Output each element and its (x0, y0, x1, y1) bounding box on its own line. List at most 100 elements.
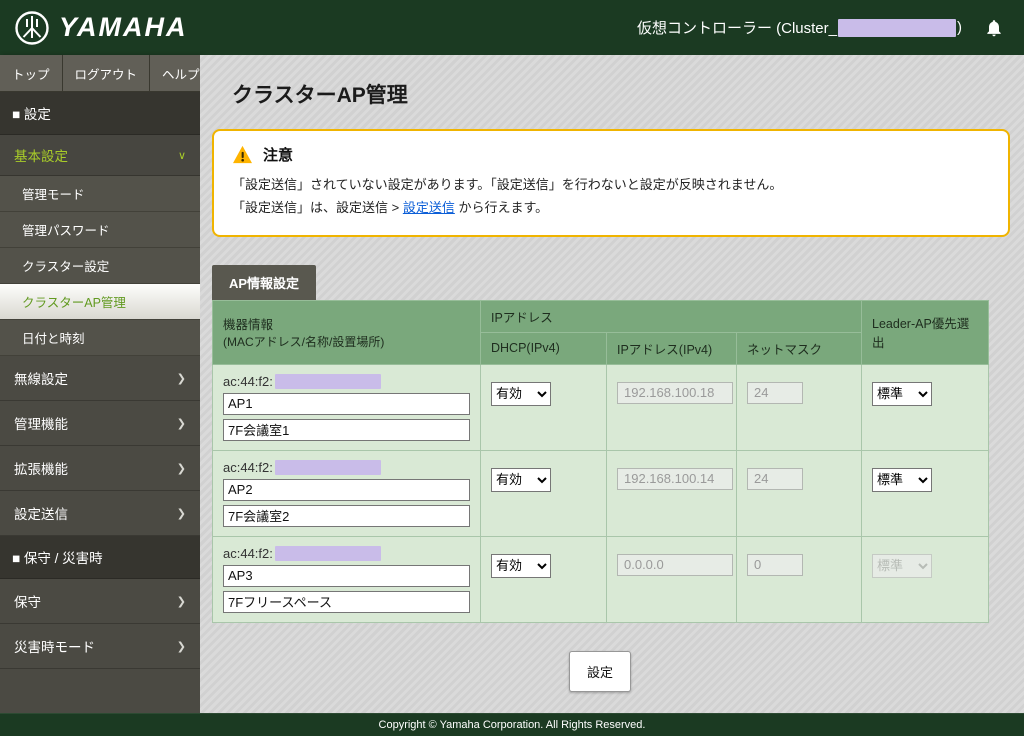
controller-label-suffix: ) (957, 19, 962, 36)
header-label: 機器情報 (223, 318, 274, 332)
sidebar-item-label: 無線設定 (14, 372, 68, 387)
notice-line-2-prefix: 「設定送信」は、設定送信 > (232, 199, 403, 215)
copyright-text: Copyright © Yamaha Corporation. All Righ… (378, 719, 646, 731)
sidebar-item-label: クラスター設定 (22, 260, 110, 274)
footer: Copyright © Yamaha Corporation. All Righ… (0, 713, 1024, 736)
brand-name: YAMAHA (59, 12, 188, 42)
basic-settings-label: 基本設定 (14, 149, 68, 164)
tab-label: ヘルプ (162, 68, 200, 82)
netmask-field (747, 381, 803, 404)
col-header-ipv4: IPアドレス(IPv4) (606, 331, 737, 365)
ip-address-field (617, 467, 733, 490)
redacted-mac-suffix (274, 459, 381, 475)
leader-priority-select[interactable]: 標準 (872, 381, 933, 406)
sidebar-item-management-mode[interactable]: 管理モード (0, 176, 200, 212)
config-send-link[interactable]: 設定送信 (403, 200, 455, 215)
sidebar-item-label: 拡張機能 (14, 462, 68, 477)
dhcp-cell: 有効 (480, 449, 607, 537)
notice-line-2-suffix: から行えます。 (454, 199, 549, 215)
page-title: クラスターAP管理 (232, 84, 408, 107)
col-header-dhcp: DHCP(IPv4) (480, 331, 607, 365)
ip-address-field (617, 553, 733, 576)
device-info-cell: ac:44:f2: (212, 449, 481, 537)
mac-address: ac:44:f2: (223, 459, 470, 475)
chevron-right-icon: ❯ (176, 462, 186, 475)
sidebar-item-wireless-settings[interactable]: 無線設定 ❯ (0, 356, 200, 401)
chevron-right-icon: ❯ (176, 640, 186, 653)
tab-ap-info-settings[interactable]: AP情報設定 (212, 264, 317, 300)
sidebar-item-disaster-mode[interactable]: 災害時モード ❯ (0, 624, 200, 669)
sidebar-item-label: 災害時モード (14, 640, 95, 655)
ip-address-field (617, 381, 733, 404)
notice-line-2: 「設定送信」は、設定送信 > 設定送信 から行えます。 (232, 197, 990, 220)
chevron-right-icon: ❯ (176, 372, 186, 385)
sidebar-tab-help[interactable]: ヘルプ (150, 55, 200, 92)
sidebar-item-label: 管理モード (22, 188, 85, 202)
ap-location-input[interactable] (223, 418, 470, 441)
mac-address: ac:44:f2: (223, 373, 470, 389)
controller-label-prefix: 仮想コントローラー (Cluster_ (636, 20, 837, 37)
mac-prefix: ac:44:f2: (223, 459, 273, 475)
sidebar-item-basic-settings[interactable]: 基本設定 ∨ (0, 135, 200, 176)
ip-cell (606, 363, 737, 451)
controller-label: 仮想コントローラー (Cluster_ ) (637, 17, 962, 38)
leader-priority-select-disabled: 標準 (872, 553, 933, 578)
bell-icon[interactable] (984, 18, 1004, 38)
dhcp-select[interactable]: 有効 (491, 553, 551, 578)
dhcp-select[interactable]: 有効 (491, 381, 551, 406)
main-content: クラスターAP管理 注意 「設定送信」されていない設定があります。「設定送信」を… (200, 55, 1024, 713)
ap-row: ac:44:f2: 有効 (212, 535, 990, 623)
sidebar-tab-logout[interactable]: ログアウト (62, 55, 151, 92)
ap-name-input[interactable] (223, 392, 470, 415)
tab-label: ログアウト (74, 68, 138, 82)
mac-prefix: ac:44:f2: (223, 373, 273, 389)
netmask-cell (735, 535, 863, 623)
device-info-cell: ac:44:f2: (212, 363, 481, 451)
dhcp-select[interactable]: 有効 (491, 467, 551, 492)
top-header-bar: YAMAHA 仮想コントローラー (Cluster_ ) (0, 0, 1024, 55)
leader-cell: 標準 (861, 535, 990, 623)
netmask-cell (735, 363, 863, 451)
warning-icon (232, 145, 253, 164)
sidebar-tab-top[interactable]: トップ (0, 55, 63, 92)
sidebar-item-cluster-settings[interactable]: クラスター設定 (0, 248, 200, 284)
col-header-netmask: ネットマスク (735, 331, 863, 365)
ap-name-input[interactable] (223, 564, 470, 587)
sidebar-item-management-functions[interactable]: 管理機能 ❯ (0, 401, 200, 446)
ap-location-input[interactable] (223, 590, 470, 613)
ap-name-input[interactable] (223, 478, 470, 501)
page: YAMAHA 仮想コントローラー (Cluster_ ) トップ ログアウト ヘ… (0, 0, 1024, 736)
mac-address: ac:44:f2: (223, 545, 470, 561)
notice-box: 注意 「設定送信」されていない設定があります。「設定送信」を行わないと設定が反映… (212, 129, 1010, 237)
sidebar-item-label: 設定送信 (14, 507, 68, 522)
redacted-mac-suffix (274, 373, 381, 389)
header-sublabel: (MACアドレス/名称/設置場所) (223, 335, 385, 349)
dhcp-cell: 有効 (480, 535, 607, 623)
netmask-field (747, 467, 803, 490)
layout: トップ ログアウト ヘルプ ■ 設定 基本設定 ∨ 管理モード 管理パスワード … (0, 55, 1024, 713)
redacted-mac-suffix (274, 545, 381, 561)
apply-settings-button[interactable]: 設定 (568, 650, 631, 692)
redacted-cluster-name (838, 18, 956, 37)
sidebar-item-admin-password[interactable]: 管理パスワード (0, 212, 200, 248)
sidebar-item-cluster-ap-management[interactable]: クラスターAP管理 (0, 284, 200, 320)
ap-location-input[interactable] (223, 504, 470, 527)
col-header-leader-ap: Leader-AP優先選出 (861, 299, 990, 365)
button-row: 設定 (212, 650, 988, 692)
notice-title: 注意 (263, 147, 294, 164)
col-header-device-info: 機器情報 (MACアドレス/名称/設置場所) (212, 299, 481, 365)
leader-priority-select[interactable]: 標準 (872, 467, 933, 492)
sidebar-item-date-time[interactable]: 日付と時刻 (0, 320, 200, 356)
dhcp-cell: 有効 (480, 363, 607, 451)
sidebar-item-maintenance[interactable]: 保守 ❯ (0, 579, 200, 624)
sidebar-item-extended-functions[interactable]: 拡張機能 ❯ (0, 446, 200, 491)
ip-cell (606, 535, 737, 623)
notice-line-1: 「設定送信」されていない設定があります。「設定送信」を行わないと設定が反映されま… (232, 177, 783, 192)
chevron-right-icon: ❯ (176, 417, 186, 430)
leader-cell: 標準 (861, 449, 990, 537)
sidebar-item-config-send[interactable]: 設定送信 ❯ (0, 491, 200, 536)
sidebar-top-tabs: トップ ログアウト ヘルプ (0, 55, 200, 92)
yamaha-logo-icon (14, 10, 50, 46)
ap-row: ac:44:f2: 有効 (212, 449, 990, 537)
sidebar-item-label: クラスターAP管理 (22, 296, 126, 310)
